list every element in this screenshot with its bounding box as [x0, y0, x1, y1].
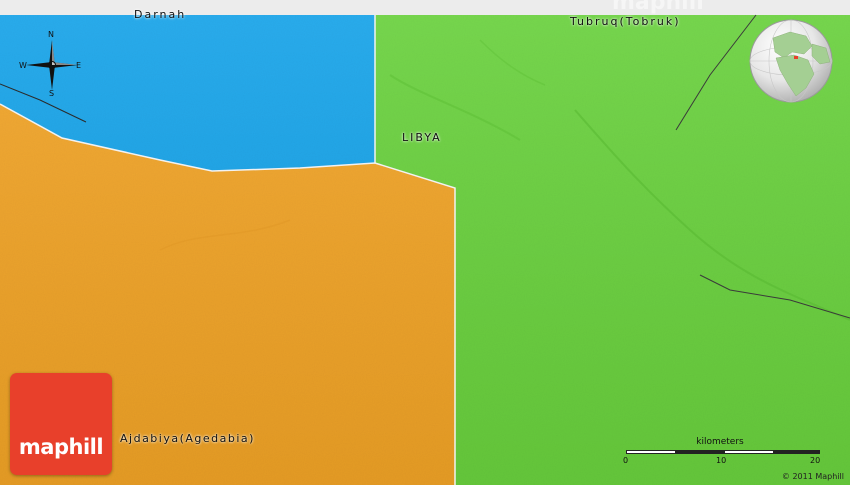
- place-label-tubruq: Tubruq(Tobruk): [570, 15, 681, 28]
- maphill-logo[interactable]: maphill: [10, 373, 112, 475]
- country-label-libya: LIBYA: [402, 131, 442, 144]
- map-regions: [0, 0, 850, 485]
- compass-east: E: [76, 61, 82, 70]
- scale-tick: 10: [716, 456, 727, 465]
- globe-icon: [749, 19, 833, 103]
- compass-north: N: [48, 30, 54, 39]
- scale-segment: [724, 450, 774, 454]
- compass-south: S: [49, 89, 55, 98]
- place-label-ajdabiya: Ajdabiya(Agedabia): [120, 432, 255, 445]
- scale-bar: kilometers 0 10 20: [620, 436, 826, 472]
- logo-text: maphill: [18, 435, 104, 459]
- map-canvas[interactable]: maphill Darnah Tubruq(Tobruk) LIBYA Ajda…: [0, 0, 850, 485]
- copyright-text: © 2011 Maphill: [781, 472, 844, 481]
- scale-segment: [626, 450, 676, 454]
- watermark: maphill: [612, 0, 704, 15]
- scale-segment: [773, 450, 820, 454]
- scale-unit: kilometers: [696, 437, 744, 447]
- scale-tick: 20: [810, 456, 821, 465]
- compass-west: W: [19, 61, 27, 70]
- locator-globe: [748, 18, 834, 104]
- compass-rose: N S E W: [14, 30, 90, 100]
- scale-tick: 0: [623, 456, 629, 465]
- scale-segment: [675, 450, 725, 454]
- place-label-darnah: Darnah: [134, 8, 187, 21]
